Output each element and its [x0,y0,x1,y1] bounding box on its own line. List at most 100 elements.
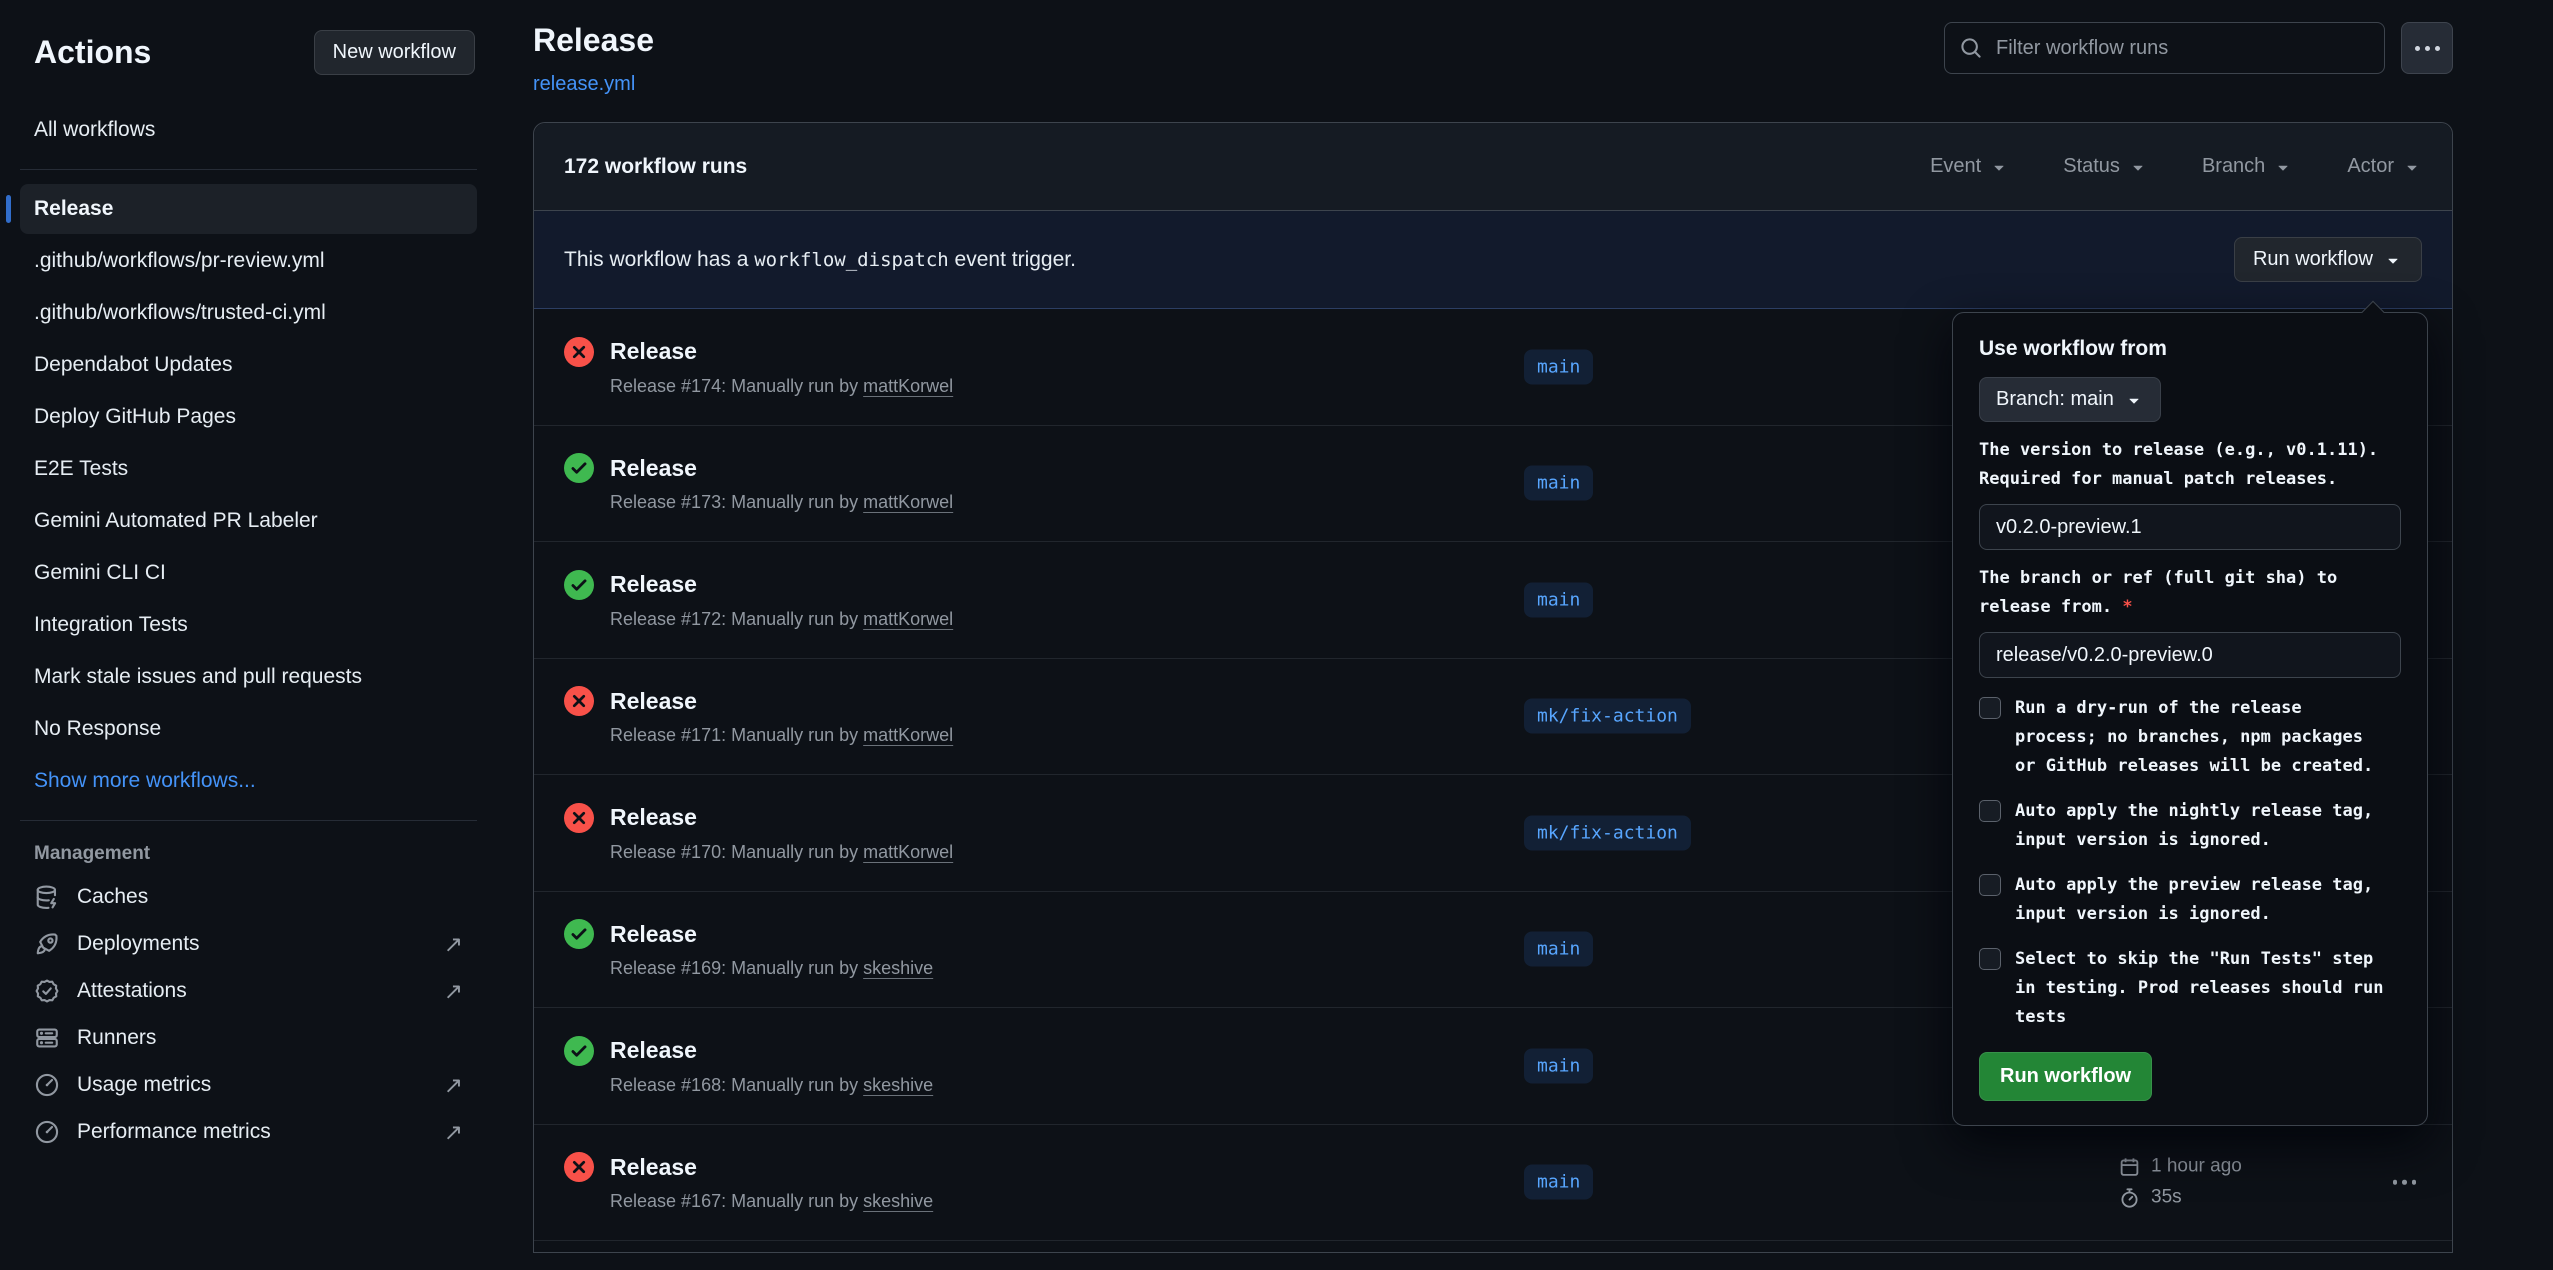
chevron-down-icon [2402,157,2422,177]
run-title-link[interactable]: Release [610,1037,697,1064]
required-asterisk: * [2122,597,2132,617]
run-actor-link[interactable]: mattKorwel [863,376,953,396]
branch-badge[interactable]: main [1524,932,1593,967]
branch-badge[interactable]: main [1524,466,1593,501]
chevron-down-icon [1989,157,2009,177]
run-subtitle: Release #167: Manually run by [610,1191,863,1211]
sidebar-item-gemini-pr-labeler[interactable]: Gemini Automated PR Labeler [20,496,477,546]
run-subtitle: Release #168: Manually run by [610,1075,863,1095]
sidebar-item-no-response[interactable]: No Response [20,704,477,754]
status-filter-dropdown[interactable]: Status [2063,155,2148,178]
sidebar-item-deployments[interactable]: Deployments ↗ [20,921,477,967]
branch-badge[interactable]: main [1524,1048,1593,1083]
version-input[interactable] [1979,504,2401,550]
sidebar-title: Actions [34,34,151,71]
branch-badge[interactable]: main [1524,1165,1593,1200]
preview-tag-checkbox-label: Auto apply the preview release tag, inpu… [2015,871,2373,929]
run-title-link[interactable]: Release [610,1154,697,1181]
sidebar-item-label: Runners [77,1026,156,1050]
run-actor-link[interactable]: skeshive [863,958,933,978]
kebab-icon [2393,1180,2398,1185]
run-title-link[interactable]: Release [610,921,697,948]
run-actor-link[interactable]: skeshive [863,1075,933,1095]
run-title-link[interactable]: Release [610,455,697,482]
search-input[interactable] [1994,36,2369,61]
actor-filter-dropdown[interactable]: Actor [2347,155,2422,178]
stopwatch-icon [2119,1187,2140,1208]
external-link-arrow-icon: ↗ [444,1121,463,1144]
sidebar-item-gemini-cli-ci[interactable]: Gemini CLI CI [20,548,477,598]
new-workflow-button[interactable]: New workflow [314,30,475,75]
run-duration: 35s [2151,1187,2182,1209]
check-circle-icon [564,453,594,483]
branch-badge[interactable]: main [1524,582,1593,617]
event-filter-dropdown[interactable]: Event [1930,155,2009,178]
run-actor-link[interactable]: mattKorwel [863,609,953,629]
branch-badge[interactable]: main [1524,349,1593,384]
run-workflow-dropdown-button[interactable]: Run workflow [2234,237,2422,282]
filter-workflow-runs-search[interactable] [1944,22,2385,74]
ref-input[interactable] [1979,632,2401,678]
skip-tests-checkbox[interactable] [1979,948,2001,970]
sidebar-item-release[interactable]: Release [20,184,477,234]
check-circle-icon [564,919,594,949]
run-meta: 1 hour ago 35s [2119,1156,2242,1209]
panel-title: Use workflow from [1979,337,2401,361]
sidebar-item-dependabot-updates[interactable]: Dependabot Updates [20,340,477,390]
sidebar-item-runners[interactable]: Runners [20,1015,477,1061]
preview-tag-checkbox-row: Auto apply the preview release tag, inpu… [1979,871,2401,929]
run-actor-link[interactable]: mattKorwel [863,842,953,862]
run-workflow-submit-button[interactable]: Run workflow [1979,1052,2152,1101]
workflow-file-link[interactable]: release.yml [533,73,635,96]
sidebar-item-integration-tests[interactable]: Integration Tests [20,600,477,650]
run-actor-link[interactable]: mattKorwel [863,725,953,745]
sidebar-item-attestations[interactable]: Attestations ↗ [20,968,477,1014]
dry-run-checkbox[interactable] [1979,697,2001,719]
page-kebab-menu-button[interactable] [2401,22,2453,74]
branch-badge[interactable]: mk/fix-action [1524,815,1691,850]
check-circle-icon [564,1036,594,1066]
run-workflow-panel: Use workflow from Branch: main The versi… [1952,312,2428,1126]
x-circle-icon [564,803,594,833]
sidebar-item-performance-metrics[interactable]: Performance metrics ↗ [20,1109,477,1155]
run-title-link[interactable]: Release [610,338,697,365]
external-link-arrow-icon: ↗ [444,980,463,1003]
run-time: 1 hour ago [2151,1156,2242,1178]
sidebar-item-pr-review[interactable]: .github/workflows/pr-review.yml [20,236,477,286]
nightly-tag-checkbox[interactable] [1979,800,2001,822]
runs-count: 172 workflow runs [564,155,747,179]
run-title-link[interactable]: Release [610,571,697,598]
run-subtitle: Release #171: Manually run by [610,725,863,745]
sidebar-item-all-workflows[interactable]: All workflows [20,105,477,155]
dry-run-checkbox-label: Run a dry-run of the release process; no… [2015,694,2373,781]
server-icon [34,1025,60,1051]
workflow-run-row[interactable]: Release Release #167: Manually run by sk… [534,1125,2452,1242]
sidebar-item-e2e-tests[interactable]: E2E Tests [20,444,477,494]
selected-accent-bar [6,195,11,223]
preview-tag-checkbox[interactable] [1979,874,2001,896]
rocket-icon [34,931,60,957]
gauge-icon [34,1072,60,1098]
run-actor-link[interactable]: skeshive [863,1191,933,1211]
sidebar-item-usage-metrics[interactable]: Usage metrics ↗ [20,1062,477,1108]
x-circle-icon [564,686,594,716]
sidebar-item-caches[interactable]: Caches [20,874,477,920]
run-actor-link[interactable]: mattKorwel [863,492,953,512]
sidebar-item-label: Performance metrics [77,1120,271,1144]
branch-filter-dropdown[interactable]: Branch [2202,155,2293,178]
sidebar-item-deploy-github-pages[interactable]: Deploy GitHub Pages [20,392,477,442]
x-circle-icon [564,1152,594,1182]
calendar-icon [2119,1156,2140,1177]
branch-select-button[interactable]: Branch: main [1979,377,2161,422]
run-subtitle: Release #169: Manually run by [610,958,863,978]
show-more-workflows-link[interactable]: Show more workflows... [20,756,477,806]
run-title-link[interactable]: Release [610,688,697,715]
run-kebab-menu-button[interactable] [2393,1180,2417,1185]
ref-input-label: The branch or ref (full git sha) to rele… [1979,564,2401,622]
sidebar-item-trusted-ci[interactable]: .github/workflows/trusted-ci.yml [20,288,477,338]
sidebar-item-label: Caches [77,885,148,909]
branch-badge[interactable]: mk/fix-action [1524,699,1691,734]
skip-tests-checkbox-row: Select to skip the "Run Tests" step in t… [1979,945,2401,1032]
sidebar-item-mark-stale[interactable]: Mark stale issues and pull requests [20,652,477,702]
run-title-link[interactable]: Release [610,804,697,831]
